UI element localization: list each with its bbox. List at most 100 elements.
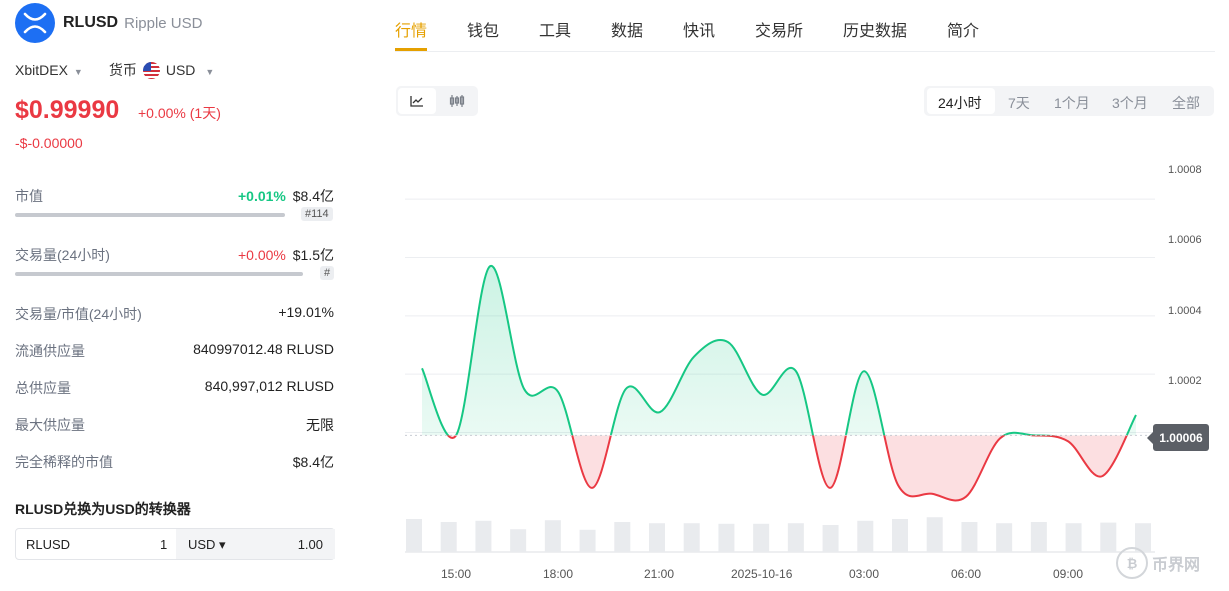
line-chart-button[interactable]: [398, 88, 436, 114]
current-price: $0.99990: [15, 96, 120, 124]
market-cap-rank-badge: #114: [301, 207, 333, 221]
converter-from-symbol: RLUSD: [26, 537, 71, 552]
converter-from-input[interactable]: 1: [160, 537, 167, 552]
volume-bar: [996, 523, 1013, 552]
market-cap-value: +0.01% $8.4亿: [237, 188, 334, 204]
candlestick-chart-button[interactable]: [438, 88, 476, 114]
fdv-value: $8.4亿: [292, 454, 334, 470]
coin-symbol: RLUSD: [63, 14, 119, 31]
volume-bar: [1100, 522, 1117, 552]
volume-bar: [1030, 522, 1047, 552]
volume-bar: [961, 522, 978, 552]
total-supply-value: 840,997,012 RLUSD: [204, 378, 334, 394]
x-tick-label: 09:00: [1053, 567, 1084, 581]
tab-exchanges[interactable]: 交易所: [755, 17, 803, 41]
tab-history[interactable]: 历史数据: [843, 17, 907, 41]
volume-bar: [787, 523, 804, 552]
tab-wallet[interactable]: 钱包: [467, 17, 499, 41]
y-tick-label: 1.0002: [1168, 375, 1202, 387]
currency-label: 货币: [108, 62, 137, 78]
us-flag-icon: [142, 61, 160, 79]
x-tick-label: 21:00: [644, 567, 675, 581]
volume-bar: [857, 520, 874, 552]
x-tick-label: 2025-10-16: [731, 567, 793, 581]
coin-info-panel: RLUSD Ripple USD XbitDEX ▼ 货币 USD ▼ $0.999…: [0, 0, 350, 591]
candlestick-icon: [449, 95, 465, 107]
max-supply-value: 无限: [306, 417, 334, 433]
chart-type-toggle: [396, 86, 478, 116]
watermark-logo-icon: ₿: [1116, 547, 1148, 579]
converter-title: RLUSD兑换为USD的转换器: [15, 501, 191, 517]
active-tab-indicator: [395, 48, 427, 51]
price-line-down: [447, 435, 1128, 502]
volume-bar: [718, 523, 735, 552]
vol-mcap-value: +19.01%: [278, 304, 334, 320]
vol-mcap-label: 交易量/市值(24小时): [15, 306, 142, 322]
volume-bar: [614, 522, 631, 552]
range-24h[interactable]: 24小时: [938, 93, 982, 113]
y-tick-label: 1.0008: [1168, 164, 1202, 176]
volume-value: +0.00% $1.5亿: [237, 247, 334, 263]
volume-bar: [15, 272, 303, 276]
coin-name: Ripple USD: [124, 14, 203, 32]
price-change-abs: -$-0.00000: [15, 135, 83, 151]
market-cap-change: +0.01%: [237, 188, 286, 204]
range-selector: 24小时 7天 1个月 3个月 全部: [924, 86, 1214, 116]
total-supply-label: 总供应量: [15, 380, 71, 396]
market-cap-bar: [15, 213, 285, 217]
volume-bar: [683, 523, 700, 552]
x-tick-label: 06:00: [951, 567, 982, 581]
x-tick-label: 18:00: [543, 567, 574, 581]
range-all[interactable]: 全部: [1172, 93, 1200, 113]
x-tick-label: 03:00: [849, 567, 880, 581]
tab-news[interactable]: 快讯: [683, 17, 715, 41]
volume-bar: [440, 522, 457, 552]
xrp-logo-icon: [15, 3, 55, 43]
range-7d[interactable]: 7天: [1008, 93, 1030, 113]
tab-intro[interactable]: 简介: [947, 17, 979, 41]
converter: RLUSD 1 USD ▾ 1.00: [15, 528, 335, 560]
tab-tools[interactable]: 工具: [539, 17, 571, 41]
y-tick-label: 1.0004: [1168, 305, 1202, 317]
volume-change: +0.00%: [237, 247, 286, 263]
line-chart-icon: [410, 96, 423, 107]
volume-bar: [822, 525, 839, 552]
currency-select[interactable]: USD ▼: [166, 62, 214, 78]
max-supply-label: 最大供应量: [15, 417, 85, 433]
market-cap-label: 市值: [15, 188, 43, 204]
volume-bar: [510, 529, 527, 552]
volume-bar: [579, 529, 596, 552]
price-line-up: [421, 265, 1137, 436]
volume-bar: [406, 519, 422, 552]
volume-bar: [649, 523, 665, 552]
converter-to-segment: USD ▾ 1.00: [176, 529, 335, 559]
price-change-pct: +0.00% (1天): [138, 105, 221, 121]
fdv-label: 完全稀释的市值: [15, 454, 113, 470]
volume-bar: [892, 519, 908, 552]
volume-rank-badge: #: [320, 266, 335, 280]
exchange-select[interactable]: XbitDEX ▼: [15, 62, 83, 78]
volume-bar: [926, 517, 943, 552]
current-price-tag: 1.00006: [1147, 424, 1209, 451]
tab-market[interactable]: 行情: [395, 17, 427, 41]
tab-data[interactable]: 数据: [611, 17, 643, 41]
x-tick-label: 15:00: [441, 567, 472, 581]
circulating-supply-value: 840997012.48 RLUSD: [193, 341, 334, 357]
range-1m[interactable]: 1个月: [1054, 93, 1090, 113]
chevron-down-icon: ▼: [205, 67, 215, 77]
converter-to-currency-select[interactable]: USD ▾: [188, 537, 226, 553]
circulating-supply-label: 流通供应量: [15, 343, 85, 359]
main-tabs: 行情 钱包 工具 数据 快讯 交易所 历史数据 简介: [395, 0, 1215, 52]
converter-to-value[interactable]: 1.00: [298, 537, 323, 552]
volume-bar: [544, 520, 561, 552]
range-3m[interactable]: 3个月: [1112, 93, 1148, 113]
volume-label: 交易量(24小时): [15, 247, 110, 263]
coin-header: RLUSD Ripple USD: [15, 3, 202, 43]
watermark: ₿ 币界网: [1116, 547, 1200, 579]
area-up: [422, 266, 1136, 436]
volume-bar: [1065, 523, 1082, 552]
volume-bar: [753, 523, 770, 552]
area-down: [422, 435, 1136, 501]
chevron-down-icon: ▼: [73, 67, 83, 77]
y-tick-label: 1.0006: [1168, 234, 1202, 246]
